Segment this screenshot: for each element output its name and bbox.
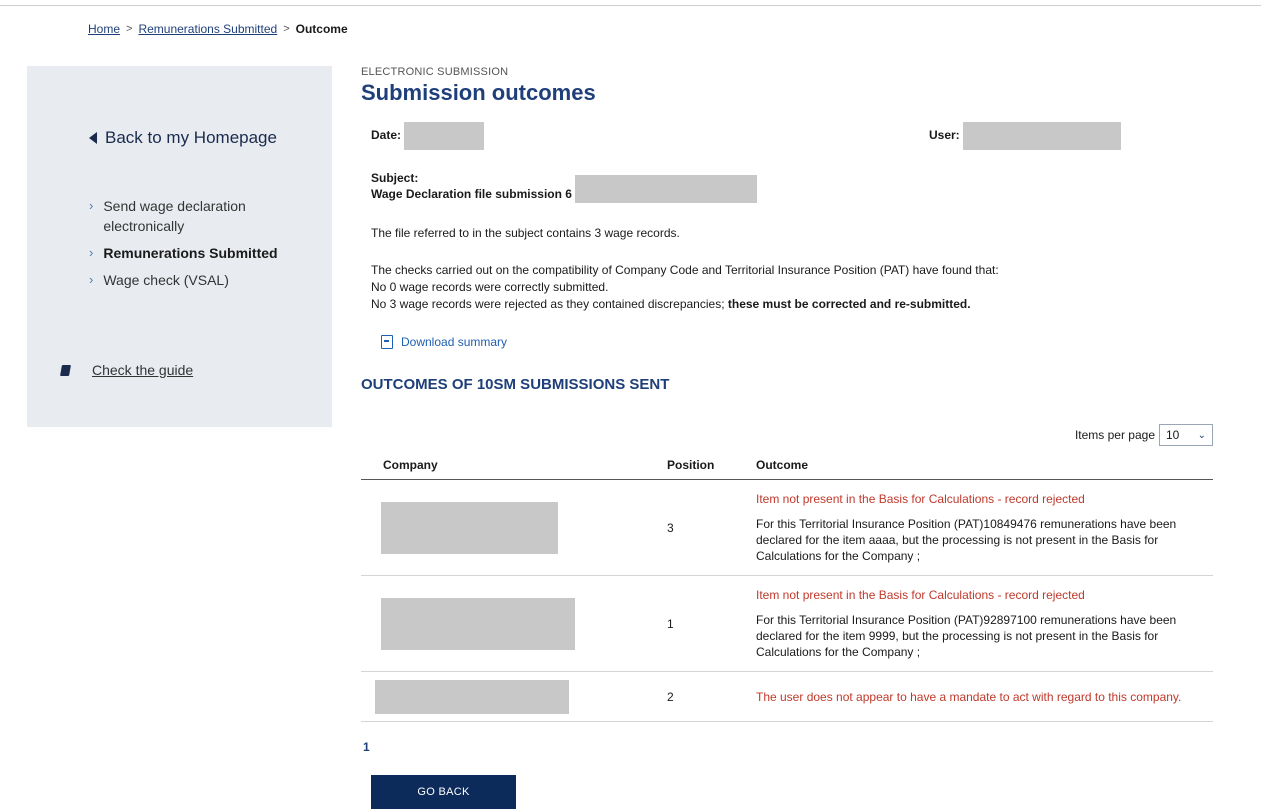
redacted-company (381, 501, 558, 554)
chevron-right-icon: › (89, 245, 94, 260)
chevron-right-icon: › (89, 272, 94, 287)
checks-line: The checks carried out on the compatibil… (371, 263, 999, 277)
column-header-outcome: Outcome (756, 452, 1213, 480)
outcome-detail: For this Territorial Insurance Position … (756, 613, 1177, 659)
user-label: User: (929, 128, 960, 143)
subject-value: Wage Declaration file submission 6 (371, 187, 572, 201)
redacted-subject (575, 174, 758, 203)
position-cell: 3 (667, 479, 756, 576)
download-summary-link[interactable]: Download summary (381, 335, 507, 349)
file-info-text: The file referred to in the subject cont… (371, 226, 680, 240)
breadcrumb-current: Outcome (295, 22, 348, 36)
items-per-page-value: 10 (1166, 428, 1180, 442)
page-kicker: ELECTRONIC SUBMISSION (361, 66, 509, 78)
go-back-button[interactable]: GO BACK (371, 775, 516, 809)
guide-link-row: Check the guide (60, 362, 193, 378)
position-cell: 1 (667, 575, 756, 672)
date-label: Date: (371, 128, 402, 143)
page-title: Submission outcomes (361, 80, 596, 105)
sidebar-item-label: Send wage declaration electronically (103, 198, 246, 234)
outcome-error: Item not present in the Basis for Calcul… (756, 588, 1085, 602)
outcome-cell: Item not present in the Basis for Calcul… (756, 479, 1213, 576)
column-header-company: Company (361, 452, 667, 480)
items-per-page-select[interactable]: 10 ⌄ (1159, 424, 1213, 446)
items-per-page: Items per page 10 ⌄ (1075, 424, 1213, 446)
main-content: ELECTRONIC SUBMISSION Submission outcome… (361, 66, 1213, 809)
company-cell (361, 575, 667, 672)
chevron-right-icon: > (283, 23, 290, 35)
position-cell: 2 (667, 671, 756, 722)
book-icon (60, 364, 71, 376)
breadcrumb-home-link[interactable]: Home (88, 22, 120, 36)
company-cell (361, 671, 667, 722)
breadcrumb-remunerations-link[interactable]: Remunerations Submitted (138, 22, 277, 36)
rejected-line: No 3 wage records were rejected as they … (371, 297, 725, 311)
subject-block: Subject: Wage Declaration file submissio… (371, 170, 758, 203)
rejected-bold: these must be corrected and re-submitted… (724, 297, 971, 311)
redacted-date (404, 122, 485, 150)
sidebar-item-label: Wage check (VSAL) (103, 272, 229, 288)
sidebar-item-send-wage-declaration[interactable]: › Send wage declaration electronically (89, 196, 283, 236)
outcome-error: The user does not appear to have a manda… (756, 689, 1182, 704)
outcome-error: Item not present in the Basis for Calcul… (756, 492, 1085, 506)
table-row: 3 Item not present in the Basis for Calc… (361, 479, 1213, 576)
column-header-position: Position (667, 452, 756, 480)
redacted-company (375, 679, 569, 714)
pagination-page-1[interactable]: 1 (363, 740, 370, 754)
chevron-right-icon: › (89, 198, 94, 213)
sidebar-item-wage-check[interactable]: › Wage check (VSAL) (89, 270, 283, 290)
back-to-homepage-link[interactable]: Back to my Homepage (89, 128, 277, 148)
breadcrumb: Home > Remunerations Submitted > Outcome (88, 22, 348, 36)
ok-line: No 0 wage records were correctly submitt… (371, 280, 609, 294)
caret-left-icon (89, 132, 97, 144)
checks-text: The checks carried out on the compatibil… (371, 262, 999, 313)
table-row: 1 Item not present in the Basis for Calc… (361, 575, 1213, 672)
outcome-cell: Item not present in the Basis for Calcul… (756, 575, 1213, 672)
table-row: 2 The user does not appear to have a man… (361, 671, 1213, 722)
sidebar-menu: › Send wage declaration electronically ›… (89, 196, 283, 297)
sidebar-item-remunerations-submitted[interactable]: › Remunerations Submitted (89, 243, 283, 263)
section-title: OUTCOMES OF 10SM SUBMISSIONS SENT (361, 376, 670, 393)
user-row: User: (929, 122, 1122, 150)
chevron-right-icon: > (126, 23, 133, 35)
download-summary-label: Download summary (401, 335, 508, 349)
table-header-row: Company Position Outcome (361, 452, 1213, 480)
chevron-down-icon: ⌄ (1197, 429, 1206, 441)
sidebar-item-label: Remunerations Submitted (103, 245, 278, 261)
back-to-homepage-label: Back to my Homepage (105, 128, 277, 147)
date-row: Date: (371, 122, 485, 150)
top-divider (0, 5, 1261, 6)
outcome-detail: For this Territorial Insurance Position … (756, 517, 1177, 563)
pdf-icon (381, 335, 393, 349)
outcome-cell: The user does not appear to have a manda… (756, 671, 1213, 722)
outcomes-table: Company Position Outcome 3 Item not pres… (361, 452, 1213, 722)
company-cell (361, 479, 667, 576)
check-guide-link[interactable]: Check the guide (92, 362, 193, 378)
sidebar: Back to my Homepage › Send wage declarat… (27, 66, 332, 427)
redacted-user (963, 122, 1122, 150)
items-per-page-label: Items per page (1074, 428, 1155, 442)
redacted-company (381, 597, 575, 650)
